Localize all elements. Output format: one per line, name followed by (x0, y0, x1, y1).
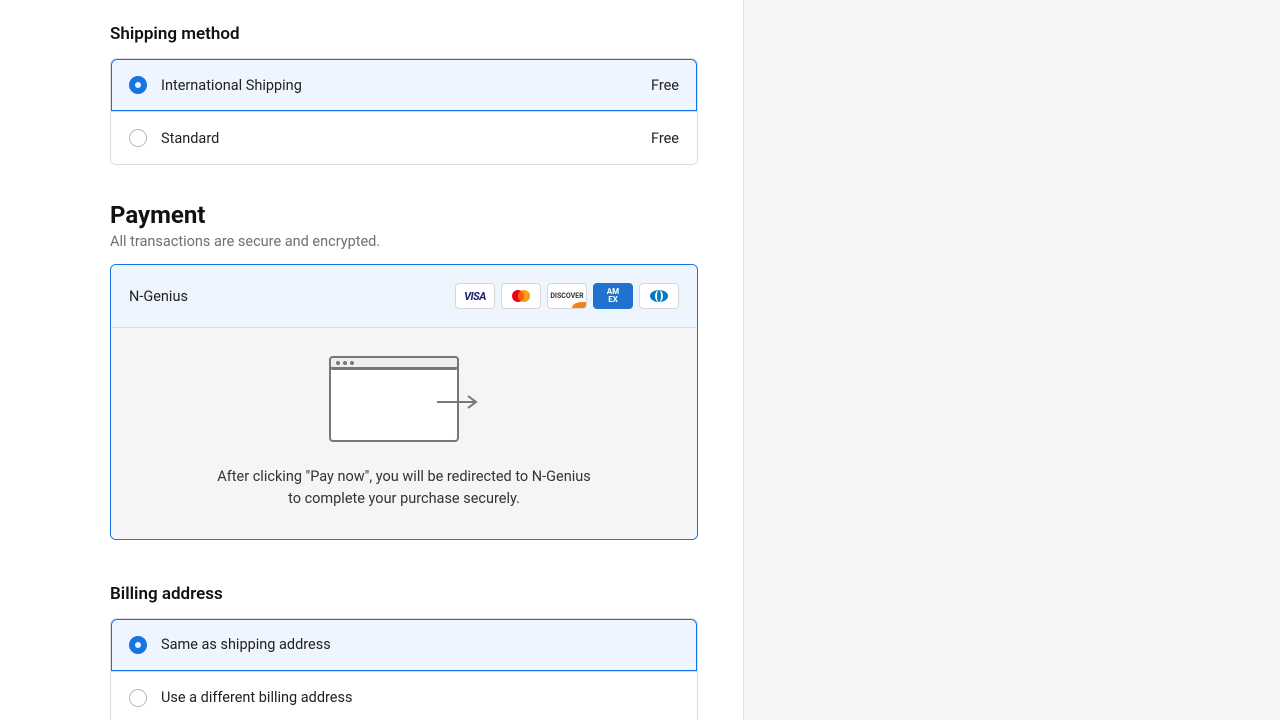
shipping-option-label: Standard (161, 130, 651, 147)
checkout-content: Shipping method International Shipping F… (110, 0, 698, 720)
accepted-cards: VISA DISCOVER AMEX (455, 283, 679, 309)
billing-option-different[interactable]: Use a different billing address (111, 671, 697, 720)
billing-option-label: Same as shipping address (161, 636, 679, 653)
billing-option-label: Use a different billing address (161, 689, 679, 706)
checkout-left-panel: Shipping method International Shipping F… (0, 0, 744, 720)
visa-icon: VISA (455, 283, 495, 309)
shipping-option-standard[interactable]: Standard Free (111, 111, 697, 164)
shipping-method-heading: Shipping method (110, 24, 698, 44)
billing-address-heading: Billing address (110, 584, 698, 604)
shipping-option-price: Free (651, 130, 679, 147)
shipping-method-group: International Shipping Free Standard Fre… (110, 58, 698, 165)
shipping-option-price: Free (651, 77, 679, 94)
payment-heading: Payment (110, 201, 698, 229)
shipping-option-international[interactable]: International Shipping Free (111, 59, 697, 111)
diners-icon (639, 283, 679, 309)
payment-method-name: N-Genius (129, 288, 455, 305)
billing-option-same[interactable]: Same as shipping address (111, 619, 697, 671)
billing-address-group: Same as shipping address Use a different… (110, 618, 698, 720)
payment-redirect-message: After clicking "Pay now", you will be re… (214, 466, 594, 511)
redirect-illustration-icon (329, 356, 479, 448)
billing-section: Billing address Same as shipping address… (110, 584, 698, 720)
discover-icon: DISCOVER (547, 283, 587, 309)
order-summary-panel (744, 0, 1280, 720)
radio-unchecked-icon (129, 129, 147, 147)
mastercard-icon (501, 283, 541, 309)
radio-checked-icon (129, 636, 147, 654)
payment-subtext: All transactions are secure and encrypte… (110, 233, 698, 250)
payment-method-header[interactable]: N-Genius VISA DISCOVER AMEX (111, 265, 697, 328)
radio-checked-icon (129, 76, 147, 94)
amex-icon: AMEX (593, 283, 633, 309)
radio-unchecked-icon (129, 689, 147, 707)
shipping-option-label: International Shipping (161, 77, 651, 94)
payment-method-body: After clicking "Pay now", you will be re… (111, 328, 697, 539)
payment-method-block: N-Genius VISA DISCOVER AMEX (110, 264, 698, 540)
